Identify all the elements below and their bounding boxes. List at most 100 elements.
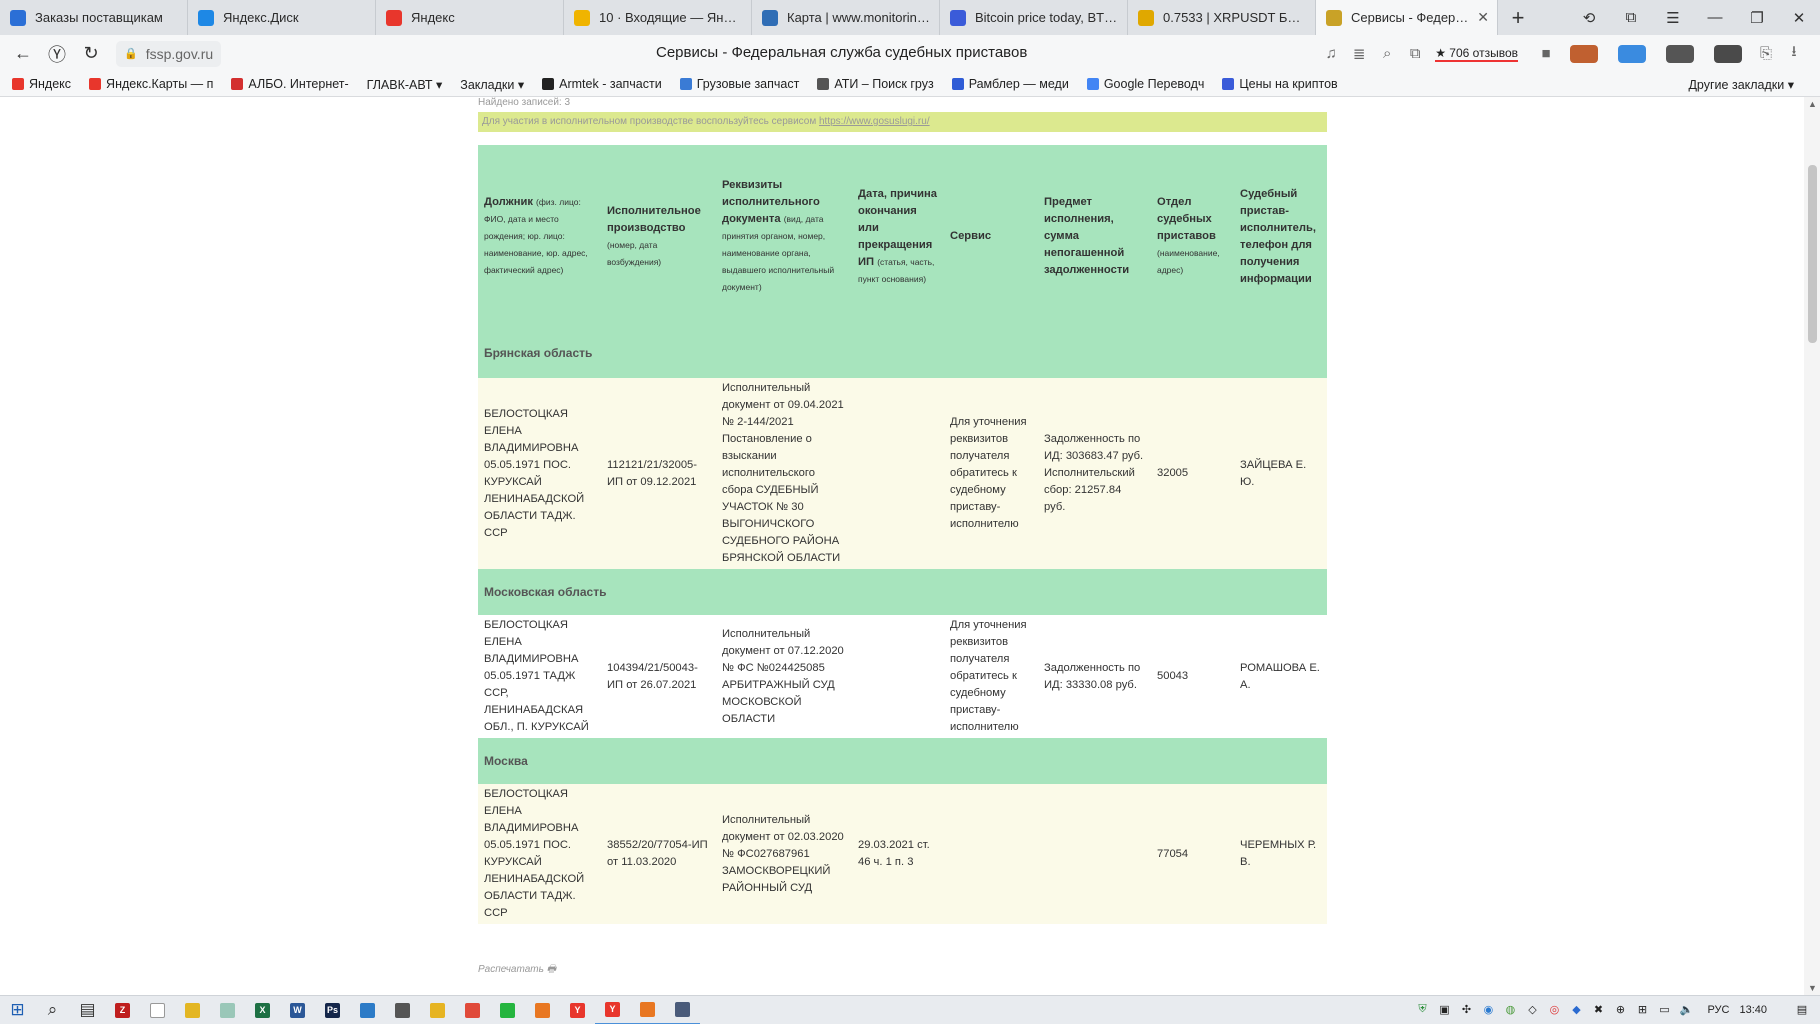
language-indicator[interactable]: РУС <box>1707 1004 1729 1016</box>
restore-icon[interactable]: ❐ <box>1736 9 1778 27</box>
bookmark-item[interactable]: Armtek - запчасти <box>542 77 662 91</box>
tabs-icon[interactable]: ⧉ <box>1610 9 1652 26</box>
volume-icon[interactable]: 🔈 <box>1676 1003 1696 1017</box>
taskbar-start-icon[interactable]: ⊞ <box>0 996 35 1024</box>
taskbar-whatsapp-icon[interactable] <box>490 996 525 1024</box>
extensions-icon[interactable]: ⧉ <box>1401 45 1429 62</box>
bookmark-label: Яндекс <box>29 77 72 91</box>
url-field[interactable]: 🔒 fssp.gov.ru <box>116 40 222 67</box>
close-tab-icon[interactable]: ✕ <box>1471 9 1489 26</box>
bookmark-item[interactable]: АТИ – Поиск груз <box>817 77 934 91</box>
print-link[interactable]: Распечатать 🖶 <box>478 962 556 979</box>
tray-app4-icon[interactable]: ◇ <box>1522 1003 1542 1017</box>
explorer-glyph <box>430 1002 445 1018</box>
bookmark-item[interactable]: Google Переводч <box>1086 77 1204 91</box>
sync-icon[interactable]: ⟲ <box>1568 9 1610 27</box>
tab-title: 0.7533 | XRPUSDT Бессроч <box>1163 10 1307 25</box>
bookmark-item[interactable]: Грузовые запчаст <box>679 77 799 91</box>
tab-3[interactable]: Яндекс <box>376 0 564 35</box>
yandex-icon <box>386 9 402 26</box>
tab-6[interactable]: Bitcoin price today, BTC to <box>940 0 1128 35</box>
extension-avatar-icon[interactable] <box>1570 44 1598 63</box>
taskbar-task-view-icon[interactable]: ▤ <box>70 996 105 1024</box>
tab-4[interactable]: 10 · Входящие — Яндекс <box>564 0 752 35</box>
cell-subject: Задолженность по ИД: 303683.47 руб. Испо… <box>1038 378 1151 569</box>
other-bookmarks[interactable]: Другие закладки ▾ <box>1688 77 1794 92</box>
extension-shield-icon[interactable] <box>1714 44 1742 63</box>
reviews-link[interactable]: ★ 706 отзывов <box>1435 46 1518 62</box>
bookmark-label: ГЛАВК-АВТ ▾ <box>366 77 443 92</box>
tray-app7-icon[interactable]: ✖ <box>1588 1003 1608 1017</box>
new-tab-button[interactable]: + <box>1498 0 1538 35</box>
column-title: Исполнительное производство <box>607 204 701 234</box>
bookmark-item[interactable]: АЛБО. Интернет- <box>231 77 349 91</box>
back-button[interactable]: ← <box>6 43 40 64</box>
taskbar-app-2-icon[interactable] <box>630 996 665 1024</box>
tray-app-icon[interactable]: ▣ <box>1434 1003 1454 1017</box>
bookmark-icon[interactable]: ■ <box>1532 45 1560 62</box>
tray-app5-icon[interactable]: ◎ <box>1544 1003 1564 1017</box>
close-window-icon[interactable]: ✕ <box>1778 9 1820 27</box>
taskbar-calc2-icon[interactable] <box>665 996 700 1024</box>
minimize-icon[interactable]: — <box>1694 9 1736 26</box>
scroll-down-icon[interactable]: ▼ <box>1808 983 1817 993</box>
taskbar-word-icon[interactable]: W <box>280 996 315 1024</box>
tray-app8-icon[interactable]: ⊕ <box>1610 1003 1630 1017</box>
downloads-icon[interactable]: ⭳ <box>1780 41 1808 66</box>
taskbar-notes-icon[interactable] <box>175 996 210 1024</box>
taskbar-photoshop-icon[interactable]: Ps <box>315 996 350 1024</box>
bookmark-item[interactable]: Рамблер — меди <box>951 77 1069 91</box>
taskbar-app-orange-icon[interactable] <box>525 996 560 1024</box>
taskbar-yandex-icon[interactable]: Y <box>560 996 595 1024</box>
reload-button[interactable]: ↻ <box>74 43 108 64</box>
gosuslugi-link[interactable]: https://www.gosuslugi.ru/ <box>819 116 930 127</box>
extension-hat-icon[interactable] <box>1666 44 1694 63</box>
taskbar-explorer-icon[interactable] <box>420 996 455 1024</box>
network-icon[interactable]: ▭ <box>1654 1003 1674 1017</box>
taskbar-filezilla-icon[interactable]: Z <box>105 996 140 1024</box>
tray-app6-icon[interactable]: ◆ <box>1566 1003 1586 1017</box>
bookmark-item[interactable]: Яндекс.Карты — п <box>89 77 213 91</box>
taskbar-search-icon[interactable]: ⌕ <box>35 996 70 1024</box>
column-header: Предмет исполнения, сумма непогашенной з… <box>1038 145 1151 328</box>
tray-app3-icon[interactable]: ◍ <box>1500 1003 1520 1017</box>
taskbar-printer-icon[interactable] <box>385 996 420 1024</box>
tray-app9-icon[interactable]: ⊞ <box>1632 1003 1652 1017</box>
tab-2[interactable]: Яндекс.Диск <box>188 0 376 35</box>
tray-network-app-icon[interactable]: ✣ <box>1456 1003 1476 1017</box>
tab-1[interactable]: Заказы поставщикам <box>0 0 188 35</box>
yandex-home-button[interactable]: Ⓨ <box>40 41 74 67</box>
tab-5[interactable]: Карта | www.monitoring-g <box>752 0 940 35</box>
reader-icon[interactable]: ≣ <box>1345 45 1373 63</box>
defender-icon[interactable]: ⛨ <box>1412 1003 1432 1017</box>
vertical-scrollbar[interactable]: ▲ ▼ <box>1804 97 1820 995</box>
headphones-icon[interactable]: ♫ <box>1317 45 1345 62</box>
bookmark-item[interactable]: Яндекс <box>12 77 71 91</box>
task-view-glyph: ▤ <box>79 1000 96 1019</box>
column-title: Отдел судебных приставов <box>1157 196 1216 242</box>
bookmark-item[interactable]: Закладки ▾ <box>460 77 524 92</box>
search-glyph: ⌕ <box>47 1000 58 1019</box>
taskbar-calculator-icon[interactable] <box>210 996 245 1024</box>
notifications-icon[interactable]: ▤ <box>1792 1003 1812 1017</box>
clock[interactable]: 13:40 <box>1739 1004 1767 1016</box>
scrollbar-thumb[interactable] <box>1808 165 1817 343</box>
collections-icon[interactable]: ⎘ <box>1752 45 1780 62</box>
menu-icon[interactable]: ☰ <box>1652 9 1694 27</box>
bookmark-item[interactable]: Цены на криптов <box>1222 77 1338 91</box>
taskbar-remote-icon[interactable] <box>350 996 385 1024</box>
scroll-up-icon[interactable]: ▲ <box>1808 99 1817 109</box>
tab-7[interactable]: 0.7533 | XRPUSDT Бессроч <box>1128 0 1316 35</box>
taskbar-excel-icon[interactable]: X <box>245 996 280 1024</box>
tab-8[interactable]: Сервисы - Федеральная✕ <box>1316 0 1498 35</box>
column-header: Исполнительное производство (номер, дата… <box>601 145 716 328</box>
tray-app2-icon[interactable]: ◉ <box>1478 1003 1498 1017</box>
cell-debtor: БЕЛОСТОЦКАЯ ЕЛЕНА ВЛАДИМИРОВНА 05.05.197… <box>478 615 601 738</box>
translate-icon[interactable]: ⌕ <box>1373 45 1401 62</box>
bookmark-item[interactable]: ГЛАВК-АВТ ▾ <box>367 77 443 92</box>
taskbar-yandex-browser-icon[interactable]: Y <box>595 996 630 1024</box>
region-name: Московская область <box>478 569 1327 615</box>
taskbar-notepad-icon[interactable] <box>140 996 175 1024</box>
extension-badge-icon[interactable] <box>1618 44 1646 63</box>
taskbar-chrome-icon[interactable] <box>455 996 490 1024</box>
